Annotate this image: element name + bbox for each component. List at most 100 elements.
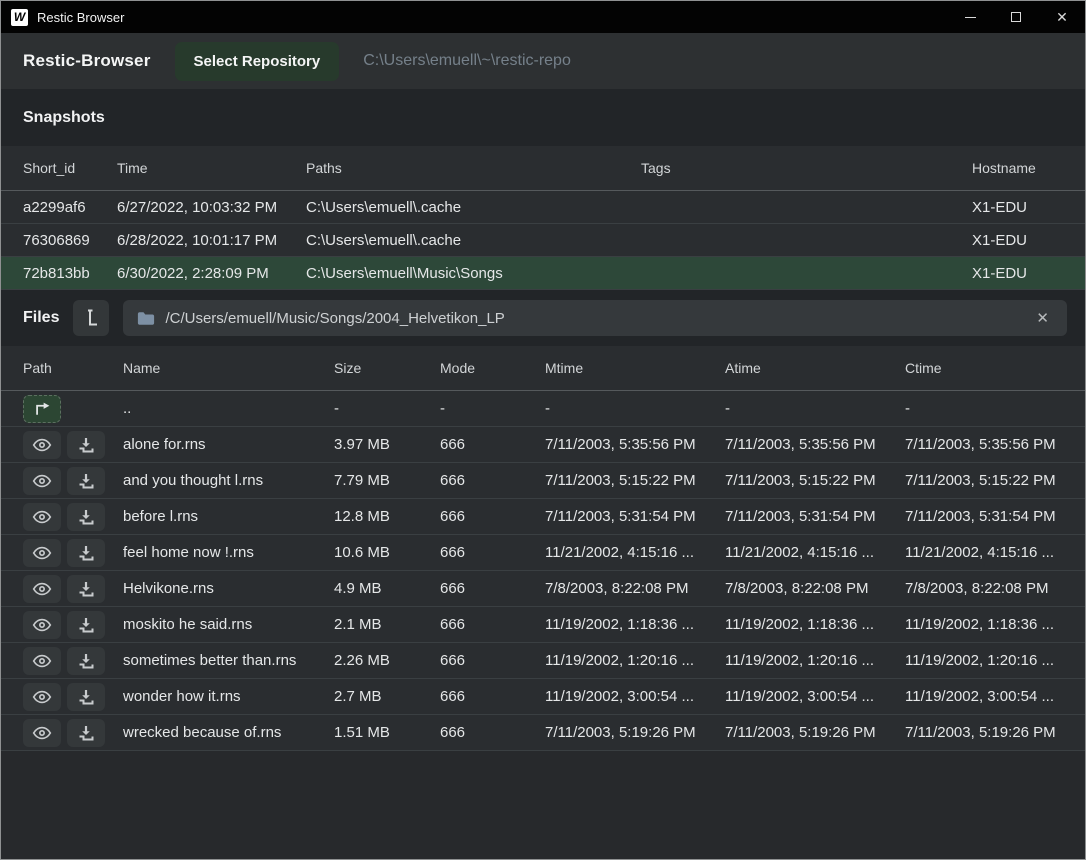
path-level-button[interactable] [73,300,109,336]
file-row[interactable]: and you thought l.rns7.79 MB6667/11/2003… [1,463,1085,499]
file-row[interactable]: wonder how it.rns2.7 MB66611/19/2002, 3:… [1,679,1085,715]
file-size: 2.7 MB [334,688,440,705]
file-size: 7.79 MB [334,472,440,489]
file-mtime: 7/8/2003, 8:22:08 PM [545,580,725,597]
snapshot-row[interactable]: a2299af66/27/2022, 10:03:32 PMC:\Users\e… [1,191,1085,224]
preview-file-button[interactable] [23,539,61,567]
restore-file-button[interactable] [67,539,105,567]
file-name: wonder how it.rns [123,688,334,705]
preview-file-button[interactable] [23,719,61,747]
preview-file-button[interactable] [23,683,61,711]
file-size: 3.97 MB [334,436,440,453]
clear-path-button[interactable]: ✕ [1032,307,1053,329]
preview-file-button[interactable] [23,431,61,459]
preview-file-button[interactable] [23,647,61,675]
file-mtime: 11/19/2002, 3:00:54 ... [545,688,725,705]
snapshot-short-id: a2299af6 [23,199,117,216]
file-mode: - [440,400,545,417]
file-row[interactable]: wrecked because of.rns1.51 MB6667/11/200… [1,715,1085,751]
file-ctime: 7/11/2003, 5:19:26 PM [905,724,1085,741]
tree-level-icon [82,308,100,328]
file-atime: 7/8/2003, 8:22:08 PM [725,580,905,597]
file-size: 12.8 MB [334,508,440,525]
select-repository-button[interactable]: Select Repository [175,42,340,81]
files-path-bar[interactable]: /C/Users/emuell/Music/Songs/2004_Helveti… [123,300,1067,336]
file-mtime: 11/19/2002, 1:18:36 ... [545,616,725,633]
file-row[interactable]: Helvikone.rns4.9 MB6667/8/2003, 8:22:08 … [1,571,1085,607]
preview-file-button[interactable] [23,575,61,603]
restore-file-button[interactable] [67,719,105,747]
preview-file-button[interactable] [23,503,61,531]
file-ctime: 7/11/2003, 5:35:56 PM [905,436,1085,453]
files-path-input[interactable]: /C/Users/emuell/Music/Songs/2004_Helveti… [165,310,1022,327]
files-col-mode: Mode [440,360,545,376]
file-mode: 666 [440,580,545,597]
file-atime: 7/11/2003, 5:31:54 PM [725,508,905,525]
download-icon [78,689,94,705]
snapshot-time: 6/28/2022, 10:01:17 PM [117,232,306,249]
file-atime: 7/11/2003, 5:15:22 PM [725,472,905,489]
snapshot-hostname: X1-EDU [972,232,1085,249]
restore-file-button[interactable] [67,467,105,495]
file-size: 4.9 MB [334,580,440,597]
files-col-name: Name [123,360,334,376]
maximize-button[interactable] [993,1,1039,33]
file-row-actions [23,503,123,531]
file-name: .. [123,400,334,417]
snapshots-col-paths: Paths [306,160,641,176]
download-icon [78,617,94,633]
minimize-button[interactable] [947,1,993,33]
files-col-path: Path [23,360,123,376]
eye-icon [32,726,52,740]
restore-file-button[interactable] [67,683,105,711]
snapshot-paths: C:\Users\emuell\.cache [306,232,641,249]
file-mtime: 7/11/2003, 5:35:56 PM [545,436,725,453]
file-mtime: 11/21/2002, 4:15:16 ... [545,544,725,561]
snapshots-title: Snapshots [23,109,105,127]
file-ctime: 11/19/2002, 1:20:16 ... [905,652,1085,669]
close-icon: ✕ [1056,10,1068,24]
file-ctime: 7/11/2003, 5:15:22 PM [905,472,1085,489]
file-mtime: 11/19/2002, 1:20:16 ... [545,652,725,669]
file-row-actions [23,647,123,675]
snapshots-table-header: Short_id Time Paths Tags Hostname [1,146,1085,191]
file-ctime: 11/21/2002, 4:15:16 ... [905,544,1085,561]
restore-file-button[interactable] [67,431,105,459]
file-row[interactable]: moskito he said.rns2.1 MB66611/19/2002, … [1,607,1085,643]
snapshot-paths: C:\Users\emuell\.cache [306,199,641,216]
close-button[interactable]: ✕ [1039,1,1085,33]
file-row-actions [23,719,123,747]
file-row[interactable]: before l.rns12.8 MB6667/11/2003, 5:31:54… [1,499,1085,535]
download-icon [78,725,94,741]
restore-file-button[interactable] [67,575,105,603]
restore-file-button[interactable] [67,647,105,675]
preview-file-button[interactable] [23,611,61,639]
file-row[interactable]: sometimes better than.rns2.26 MB66611/19… [1,643,1085,679]
file-atime: - [725,400,905,417]
restore-file-button[interactable] [67,611,105,639]
file-ctime: 7/8/2003, 8:22:08 PM [905,580,1085,597]
file-name: wrecked because of.rns [123,724,334,741]
snapshot-paths: C:\Users\emuell\Music\Songs [306,265,641,282]
preview-file-button[interactable] [23,467,61,495]
files-col-atime: Atime [725,360,905,376]
file-name: before l.rns [123,508,334,525]
file-row-actions [23,611,123,639]
snapshot-row[interactable]: 72b813bb6/30/2022, 2:28:09 PMC:\Users\em… [1,257,1085,290]
snapshot-row[interactable]: 763068696/28/2022, 10:01:17 PMC:\Users\e… [1,224,1085,257]
restore-file-button[interactable] [67,503,105,531]
snapshot-hostname: X1-EDU [972,199,1085,216]
file-size: 10.6 MB [334,544,440,561]
repository-path: C:\Users\emuell\~\restic-repo [363,52,571,70]
file-mode: 666 [440,472,545,489]
parent-dir-row[interactable]: ..----- [1,391,1085,427]
files-table-header: Path Name Size Mode Mtime Atime Ctime [1,346,1085,391]
go-parent-button[interactable] [23,395,61,423]
file-row[interactable]: alone for.rns3.97 MB6667/11/2003, 5:35:5… [1,427,1085,463]
file-mode: 666 [440,724,545,741]
file-row[interactable]: feel home now !.rns10.6 MB66611/21/2002,… [1,535,1085,571]
file-ctime: 11/19/2002, 3:00:54 ... [905,688,1085,705]
eye-icon [32,438,52,452]
download-icon [78,581,94,597]
snapshot-time: 6/27/2022, 10:03:32 PM [117,199,306,216]
